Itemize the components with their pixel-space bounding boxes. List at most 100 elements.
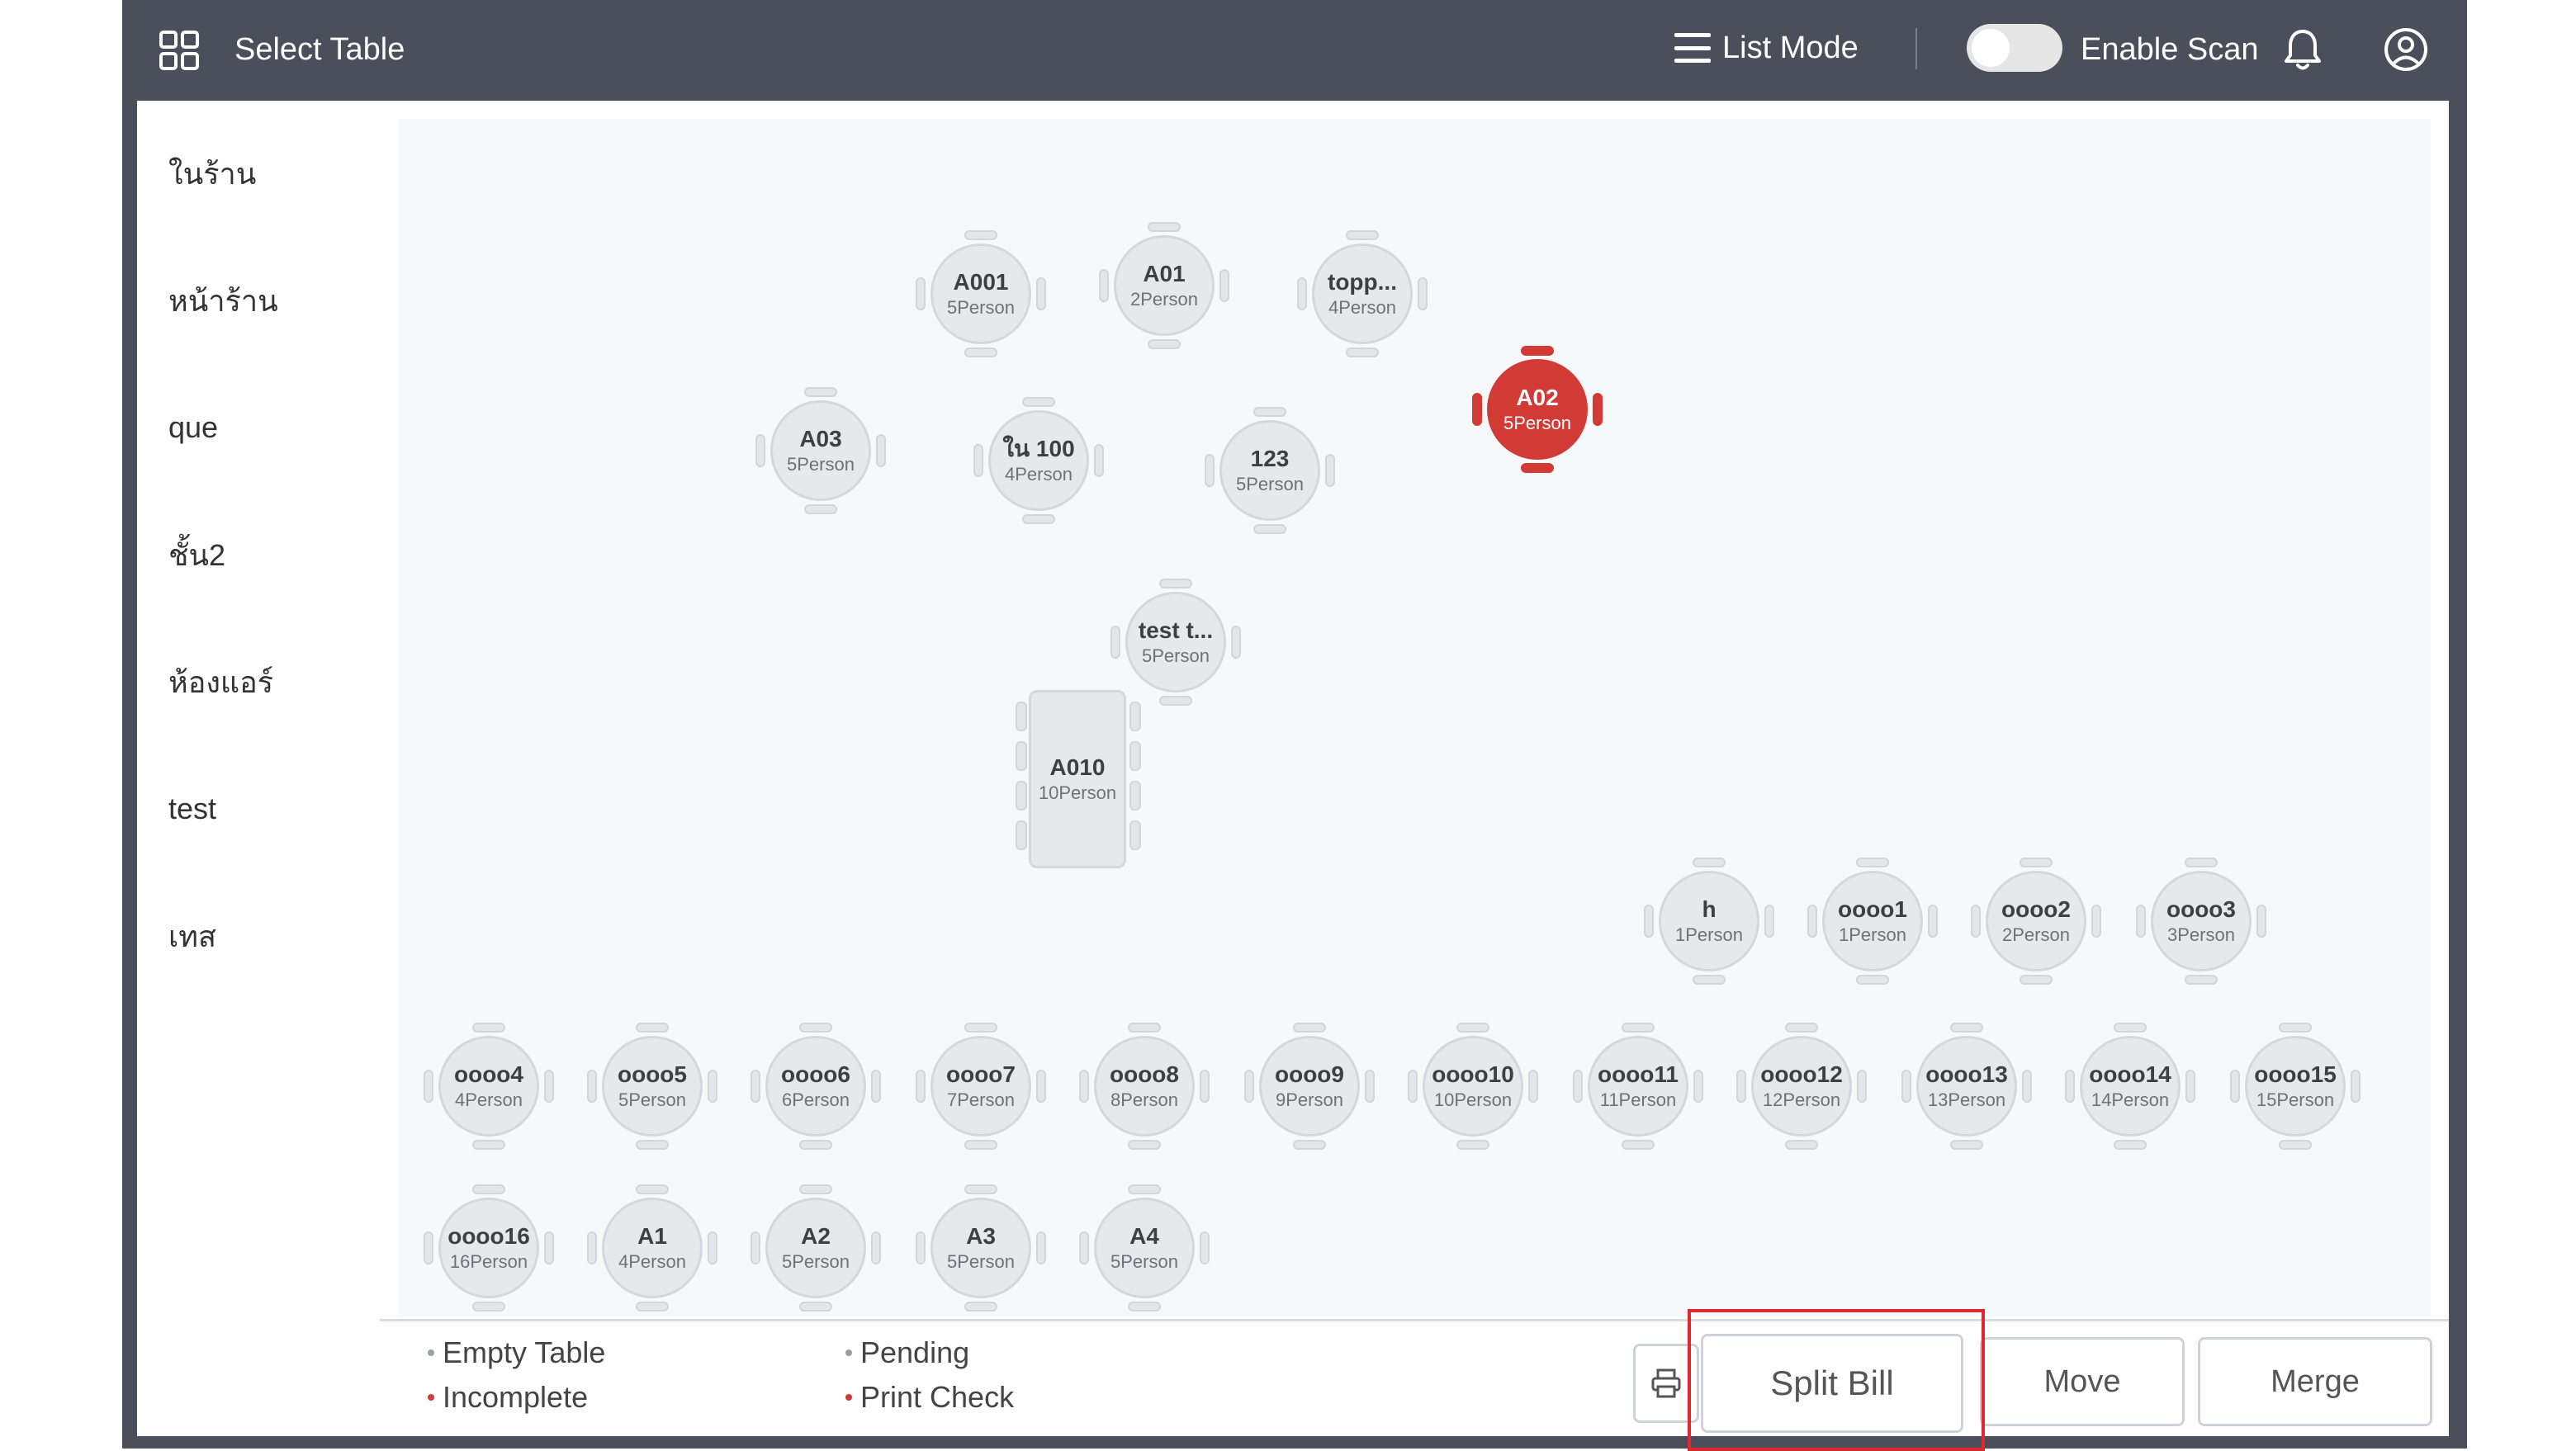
table-123[interactable]: 123 5Person xyxy=(1205,407,1335,534)
chair xyxy=(964,347,997,357)
chair xyxy=(1622,1023,1655,1033)
table-oooo1[interactable]: oooo1 1Person xyxy=(1807,858,1938,985)
table-test-t[interactable]: test t... 5Person xyxy=(1110,579,1241,706)
chair xyxy=(1129,820,1141,850)
table-a4[interactable]: A4 5Person xyxy=(1079,1184,1210,1312)
chair xyxy=(2185,1070,2195,1103)
table-oooo5[interactable]: oooo5 5Person xyxy=(587,1023,717,1150)
sidebar-item-floor-2[interactable]: ชั้น2 xyxy=(147,500,352,609)
table-name: oooo8 xyxy=(1110,1061,1179,1087)
sidebar-item-label: ชั้น2 xyxy=(168,537,226,572)
floor-plan: A001 5Person A01 2Person topp... 4Person A02 5P… xyxy=(398,119,2431,1316)
sidebar-item-tes[interactable]: เทส xyxy=(147,881,352,990)
table-capacity: 4Person xyxy=(1328,297,1396,318)
sidebar-item-front-store[interactable]: หน้าร้าน xyxy=(147,246,352,355)
user-icon[interactable] xyxy=(2383,26,2429,73)
chair xyxy=(916,277,926,310)
table-a001[interactable]: A001 5Person xyxy=(916,230,1046,357)
chair xyxy=(424,1231,433,1264)
chair xyxy=(2185,858,2218,867)
table-a2[interactable]: A2 5Person xyxy=(751,1184,881,1312)
legend-label: Incomplete xyxy=(443,1380,589,1414)
table-oooo15[interactable]: oooo15 15Person xyxy=(2230,1023,2361,1150)
sidebar-item-label: เทส xyxy=(168,919,217,953)
chair xyxy=(2256,905,2266,938)
table--100[interactable]: ใน 100 4Person xyxy=(973,397,1104,524)
list-mode-button[interactable]: List Mode xyxy=(1674,23,1859,73)
table-top: oooo16 16Person xyxy=(438,1198,539,1298)
chair xyxy=(1622,1140,1655,1150)
chair xyxy=(1231,626,1241,659)
table-oooo9[interactable]: oooo9 9Person xyxy=(1244,1023,1375,1150)
table-oooo3[interactable]: oooo3 3Person xyxy=(2136,858,2266,985)
sidebar-item-air-room[interactable]: ห้องแอร์ xyxy=(147,627,352,736)
chair xyxy=(755,434,765,467)
chair xyxy=(472,1184,505,1194)
table-oooo7[interactable]: oooo7 7Person xyxy=(916,1023,1046,1150)
chair xyxy=(472,1023,505,1033)
sidebar-item-que[interactable]: que xyxy=(147,373,352,482)
merge-label: Merge xyxy=(2271,1364,2360,1399)
table-capacity: 9Person xyxy=(1276,1089,1343,1110)
table-a01[interactable]: A01 2Person xyxy=(1099,222,1229,349)
table-top: ใน 100 4Person xyxy=(988,410,1089,511)
table-a02[interactable]: A02 5Person xyxy=(1472,346,1603,473)
sidebar-item-in-store[interactable]: ในร้าน xyxy=(147,119,352,228)
chair xyxy=(1036,277,1046,310)
legend-dot xyxy=(845,1394,852,1401)
chair xyxy=(1693,858,1726,867)
chair xyxy=(1593,393,1603,426)
move-label: Move xyxy=(2043,1364,2121,1399)
table-h[interactable]: h 1Person xyxy=(1644,858,1774,985)
table-name: oooo4 xyxy=(454,1061,523,1087)
table-capacity: 13Person xyxy=(1927,1089,2006,1110)
move-button[interactable]: Move xyxy=(1980,1337,2185,1426)
table-oooo16[interactable]: oooo16 16Person xyxy=(424,1184,554,1312)
table-top: oooo4 4Person xyxy=(438,1036,539,1137)
chair xyxy=(1016,702,1027,731)
chair xyxy=(544,1070,554,1103)
chair xyxy=(1764,905,1774,938)
table-oooo4[interactable]: oooo4 4Person xyxy=(424,1023,554,1150)
table-capacity: 5Person xyxy=(1503,413,1571,433)
table-a1[interactable]: A1 4Person xyxy=(587,1184,717,1312)
chair xyxy=(424,1070,433,1103)
table-oooo8[interactable]: oooo8 8Person xyxy=(1079,1023,1210,1150)
table-oooo2[interactable]: oooo2 2Person xyxy=(1971,858,2101,985)
table-top: oooo13 13Person xyxy=(1916,1036,2017,1137)
chair xyxy=(1244,1070,1254,1103)
table-capacity: 5Person xyxy=(1236,474,1304,494)
table-oooo14[interactable]: oooo14 14Person xyxy=(2065,1023,2195,1150)
table-name: oooo5 xyxy=(618,1061,687,1087)
table-topp[interactable]: topp... 4Person xyxy=(1297,230,1428,357)
merge-button[interactable]: Merge xyxy=(2198,1337,2432,1426)
table-capacity: 5Person xyxy=(1110,1251,1178,1272)
chair xyxy=(1219,269,1229,302)
menu-icon xyxy=(1674,33,1711,63)
legend-dot xyxy=(428,1394,434,1401)
table-a3[interactable]: A3 5Person xyxy=(916,1184,1046,1312)
table-top: A4 5Person xyxy=(1094,1198,1195,1298)
table-capacity: 5Person xyxy=(1142,645,1210,666)
table-oooo11[interactable]: oooo11 11Person xyxy=(1573,1023,1703,1150)
sidebar-item-label: ห้องแอร์ xyxy=(168,664,274,699)
header-divider xyxy=(1915,28,1917,69)
chair xyxy=(2279,1140,2312,1150)
table-oooo12[interactable]: oooo12 12Person xyxy=(1736,1023,1867,1150)
bell-icon[interactable] xyxy=(2280,26,2325,73)
chair xyxy=(1418,277,1428,310)
table-top: oooo5 5Person xyxy=(602,1036,703,1137)
enable-scan-toggle[interactable] xyxy=(1967,24,2062,72)
table-oooo13[interactable]: oooo13 13Person xyxy=(1901,1023,2032,1150)
table-capacity: 16Person xyxy=(449,1251,528,1272)
sidebar-item-test[interactable]: test xyxy=(147,754,352,863)
table-top: oooo3 3Person xyxy=(2151,871,2252,971)
table-oooo10[interactable]: oooo10 10Person xyxy=(1408,1023,1538,1150)
chair xyxy=(472,1140,505,1150)
table-oooo6[interactable]: oooo6 6Person xyxy=(751,1023,881,1150)
table-top: oooo11 11Person xyxy=(1588,1036,1688,1137)
table-top: 123 5Person xyxy=(1219,420,1320,521)
grid-icon[interactable] xyxy=(159,30,200,71)
table-a03[interactable]: A03 5Person xyxy=(755,387,886,514)
table-a010[interactable]: A010 10Person xyxy=(1012,690,1144,868)
